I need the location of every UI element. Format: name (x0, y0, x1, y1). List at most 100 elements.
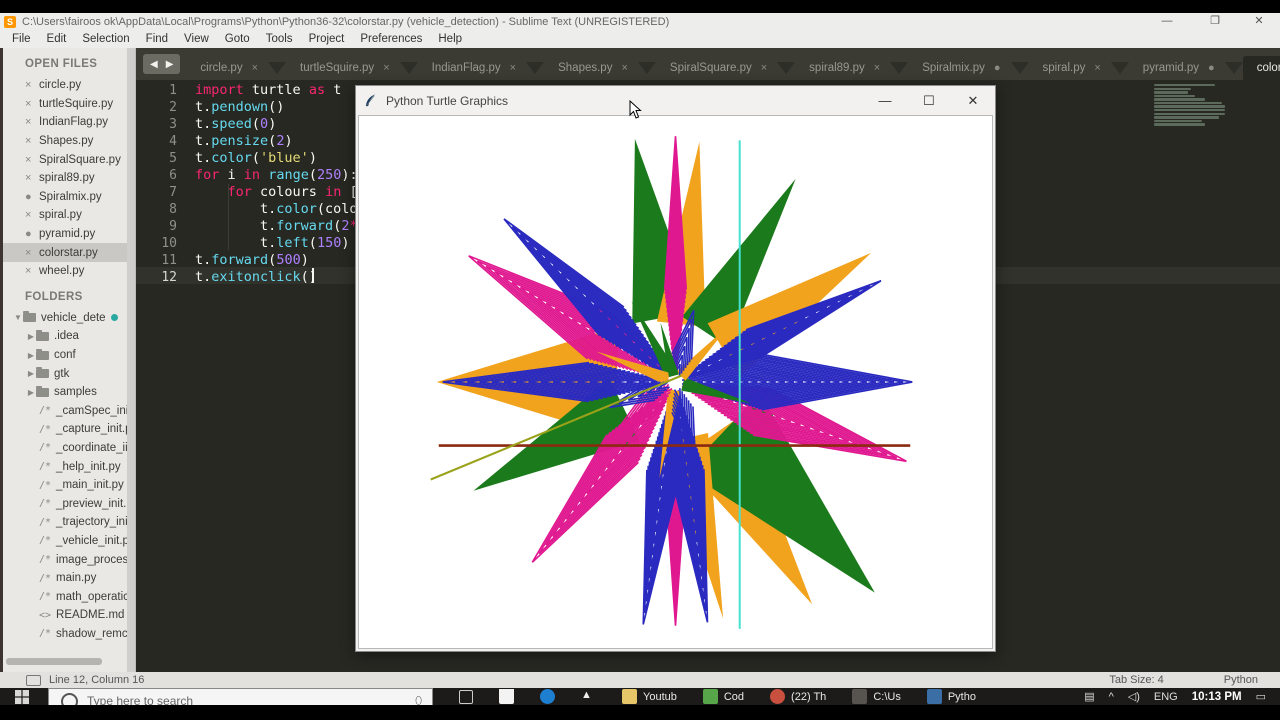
menu-item-edit[interactable]: Edit (39, 30, 75, 48)
tree-item-vehicle_dete[interactable]: ▼vehicle_dete (3, 309, 130, 328)
tree-item-_help_init.py[interactable]: /*_help_init.py (3, 457, 130, 476)
expanded-arrow-icon[interactable]: ▼ (13, 313, 23, 322)
tab-circle.py[interactable]: circle.py× (186, 56, 268, 80)
tree-item-_preview_init.[interactable]: /*_preview_init. (3, 494, 130, 513)
tree-item-gtk[interactable]: ▶gtk (3, 364, 130, 383)
tab-close-icon[interactable]: × (621, 62, 627, 74)
tab-spiral.py[interactable]: spiral.py× (1029, 56, 1111, 80)
start-button[interactable] (8, 688, 36, 705)
close-file-icon[interactable]: × (25, 172, 39, 184)
tab-Spiralmix.py[interactable]: Spiralmix.py● (908, 56, 1010, 80)
tree-item-shadow_remc[interactable]: /*shadow_remc (3, 625, 130, 644)
turtle-close-button[interactable]: ✕ (951, 86, 995, 115)
tree-item-_main_init.py[interactable]: /*_main_init.py (3, 476, 130, 495)
tab-turtleSquire.py[interactable]: turtleSquire.py× (286, 56, 400, 80)
taskbar-app-up-arrow[interactable]: ▲ (581, 688, 596, 705)
minimap[interactable] (1154, 84, 1242, 127)
tab-close-icon[interactable]: × (510, 62, 516, 74)
language-indicator[interactable]: ENG (1154, 691, 1178, 703)
minimize-button[interactable]: — (1152, 13, 1182, 30)
menu-item-selection[interactable]: Selection (74, 30, 137, 48)
turtle-minimize-button[interactable]: — (863, 86, 907, 115)
collapsed-arrow-icon[interactable]: ▶ (26, 388, 36, 397)
clock[interactable]: 10:13 PM (1192, 691, 1242, 703)
tree-item-image_proces[interactable]: /*image_proces (3, 550, 130, 569)
tree-item-_vehicle_init.p[interactable]: /*_vehicle_init.p (3, 532, 130, 551)
tree-item-_capture_init.p[interactable]: /*_capture_init.p (3, 420, 130, 439)
tray-ime-icon[interactable]: ▤ (1084, 690, 1094, 703)
collapsed-arrow-icon[interactable]: ▶ (26, 369, 36, 378)
taskbar-app-code[interactable]: Cod (703, 688, 744, 705)
taskbar-app-explorer[interactable]: C:\Us (852, 688, 901, 705)
tree-item-math_operatic[interactable]: /*math_operatic (3, 587, 130, 606)
menu-item-file[interactable]: File (4, 30, 39, 48)
close-button[interactable]: ✕ (1244, 13, 1274, 30)
tab-size-indicator[interactable]: Tab Size: 4 (1109, 674, 1163, 686)
tab-close-icon[interactable]: × (383, 62, 389, 74)
tab-spiral89.py[interactable]: spiral89.py× (795, 56, 890, 80)
nav-forward-icon[interactable]: ▶ (166, 59, 174, 70)
syntax-indicator[interactable]: Python (1224, 674, 1258, 686)
turtle-maximize-button[interactable]: ☐ (907, 86, 951, 115)
notification-icon[interactable]: ▭ (1256, 690, 1266, 703)
menu-item-preferences[interactable]: Preferences (352, 30, 430, 48)
open-file-spiral89.py[interactable]: ×spiral89.py (3, 169, 130, 188)
nav-back-icon[interactable]: ◀ (150, 59, 158, 70)
open-file-SpiralSquare.py[interactable]: ×SpiralSquare.py (3, 150, 130, 169)
collapsed-arrow-icon[interactable]: ▶ (26, 332, 36, 341)
close-file-icon[interactable]: × (25, 116, 39, 128)
close-file-icon[interactable]: × (25, 247, 39, 259)
sidebar-horizontal-scrollbar[interactable] (6, 658, 102, 665)
close-file-icon[interactable]: × (25, 154, 39, 166)
open-file-IndianFlag.py[interactable]: ×IndianFlag.py (3, 113, 130, 132)
taskbar-app-mail[interactable]: (22) Th (770, 688, 826, 705)
tab-IndianFlag.py[interactable]: IndianFlag.py× (418, 56, 526, 80)
close-file-icon[interactable]: × (25, 209, 39, 221)
menu-item-tools[interactable]: Tools (258, 30, 301, 48)
menu-item-find[interactable]: Find (138, 30, 176, 48)
tab-close-icon[interactable]: × (252, 62, 258, 74)
open-file-wheel.py[interactable]: ×wheel.py (3, 262, 130, 281)
close-file-icon[interactable]: × (25, 135, 39, 147)
tree-item-_camSpec_init[interactable]: /*_camSpec_init (3, 402, 130, 421)
open-file-Shapes.py[interactable]: ×Shapes.py (3, 132, 130, 151)
open-file-turtleSquire.py[interactable]: ×turtleSquire.py (3, 95, 130, 114)
open-file-Spiralmix.py[interactable]: ●Spiralmix.py (3, 188, 130, 207)
layout-icon[interactable] (26, 675, 41, 686)
open-file-colorstar.py[interactable]: ×colorstar.py (3, 243, 130, 262)
tab-pyramid.py[interactable]: pyramid.py● (1129, 56, 1225, 80)
tab-colorstar.py[interactable]: colorstar.py× (1243, 56, 1280, 80)
tab-modified-icon[interactable]: ● (994, 62, 1001, 74)
sidebar-vertical-scrollbar[interactable] (127, 48, 136, 672)
close-file-icon[interactable]: × (25, 265, 39, 277)
open-file-pyramid.py[interactable]: ●pyramid.py (3, 225, 130, 244)
tab-SpiralSquare.py[interactable]: SpiralSquare.py× (656, 56, 777, 80)
tree-item-_coordinate_ii[interactable]: /*_coordinate_ii (3, 439, 130, 458)
hidden-icons-caret[interactable]: ^ (1109, 691, 1114, 703)
tab-Shapes.py[interactable]: Shapes.py× (544, 56, 638, 80)
close-file-icon[interactable]: × (25, 98, 39, 110)
tab-modified-icon[interactable]: ● (1208, 62, 1215, 74)
tree-item-samples[interactable]: ▶samples (3, 383, 130, 402)
tab-close-icon[interactable]: × (761, 62, 767, 74)
volume-icon[interactable]: ◁) (1128, 690, 1140, 703)
modified-icon[interactable]: ● (25, 191, 39, 203)
tree-item-main.py[interactable]: /*main.py (3, 569, 130, 588)
menu-item-project[interactable]: Project (301, 30, 353, 48)
tree-item-.idea[interactable]: ▶.idea (3, 327, 130, 346)
taskbar-app-youtube[interactable]: Youtub (622, 688, 677, 705)
taskbar-app-store[interactable] (499, 688, 514, 705)
tab-close-icon[interactable]: × (874, 62, 880, 74)
restore-button[interactable]: ❐ (1200, 13, 1230, 30)
collapsed-arrow-icon[interactable]: ▶ (26, 351, 36, 360)
modified-icon[interactable]: ● (25, 228, 39, 240)
close-file-icon[interactable]: × (25, 79, 39, 91)
taskbar-app-python-turtle[interactable]: Pytho (927, 688, 976, 705)
taskbar-app-edge[interactable] (540, 688, 555, 705)
turtle-title-bar[interactable]: Python Turtle Graphics — ☐ ✕ (356, 86, 995, 115)
menu-item-goto[interactable]: Goto (217, 30, 258, 48)
tree-item-conf[interactable]: ▶conf (3, 346, 130, 365)
tree-item-README.md[interactable]: <>README.md (3, 606, 130, 625)
open-file-circle.py[interactable]: ×circle.py (3, 76, 130, 95)
tree-item-_trajectory_ini[interactable]: /*_trajectory_ini (3, 513, 130, 532)
